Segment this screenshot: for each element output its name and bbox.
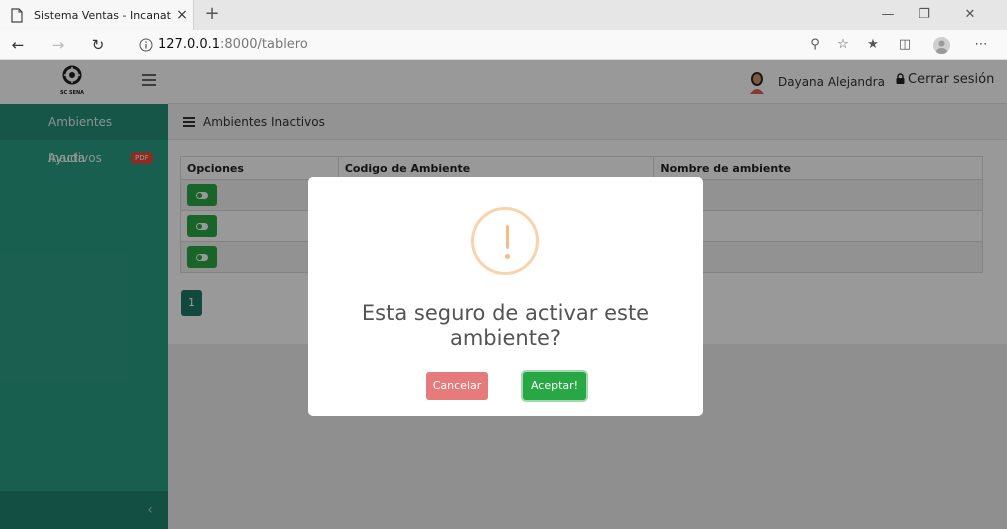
app-root: Sistema Ventas - IncanatoIT × + — ❐ ✕ ← … bbox=[0, 0, 1007, 529]
key-icon[interactable]: ⚲ bbox=[802, 30, 828, 60]
new-tab-button[interactable]: + bbox=[201, 4, 223, 26]
address-bar: ← → ↻ 127.0.0.1:8000/tablero ⚲ ☆ ★ ◫ ⋯ bbox=[0, 30, 1007, 60]
restore-icon[interactable]: ❐ bbox=[906, 0, 942, 30]
minimize-icon[interactable]: — bbox=[870, 0, 906, 30]
close-window-icon[interactable]: ✕ bbox=[952, 0, 988, 30]
tab-title: Sistema Ventas - IncanatoIT bbox=[34, 8, 171, 22]
tab-close-icon[interactable]: × bbox=[171, 7, 193, 23]
profile-icon[interactable] bbox=[933, 37, 950, 54]
warning-icon bbox=[471, 207, 539, 275]
back-arrow-icon[interactable]: ← bbox=[4, 30, 32, 60]
url-path: :8000/tablero bbox=[220, 37, 308, 52]
browser-tab[interactable]: Sistema Ventas - IncanatoIT × bbox=[0, 0, 194, 30]
collections-icon[interactable]: ◫ bbox=[892, 30, 918, 60]
refresh-icon[interactable]: ↻ bbox=[84, 30, 112, 60]
forward-arrow-icon[interactable]: → bbox=[44, 30, 72, 60]
dialog-title: Esta seguro de activar este ambiente? bbox=[361, 301, 650, 350]
url-host: 127.0.0.1 bbox=[158, 37, 221, 52]
browser-tab-bar: Sistema Ventas - IncanatoIT × + — ❐ ✕ bbox=[0, 0, 1007, 30]
confirm-dialog: Esta seguro de activar este ambiente? Ca… bbox=[308, 177, 703, 416]
info-icon[interactable] bbox=[139, 38, 153, 52]
cancel-button[interactable]: Cancelar bbox=[426, 372, 488, 400]
favorite-star-icon[interactable]: ☆ bbox=[830, 30, 856, 60]
favorites-list-icon[interactable]: ★ bbox=[860, 30, 886, 60]
accept-button[interactable]: Aceptar! bbox=[523, 372, 586, 400]
page-icon bbox=[11, 7, 23, 23]
more-icon[interactable]: ⋯ bbox=[968, 30, 994, 60]
url-field[interactable]: 127.0.0.1:8000/tablero bbox=[158, 30, 308, 60]
